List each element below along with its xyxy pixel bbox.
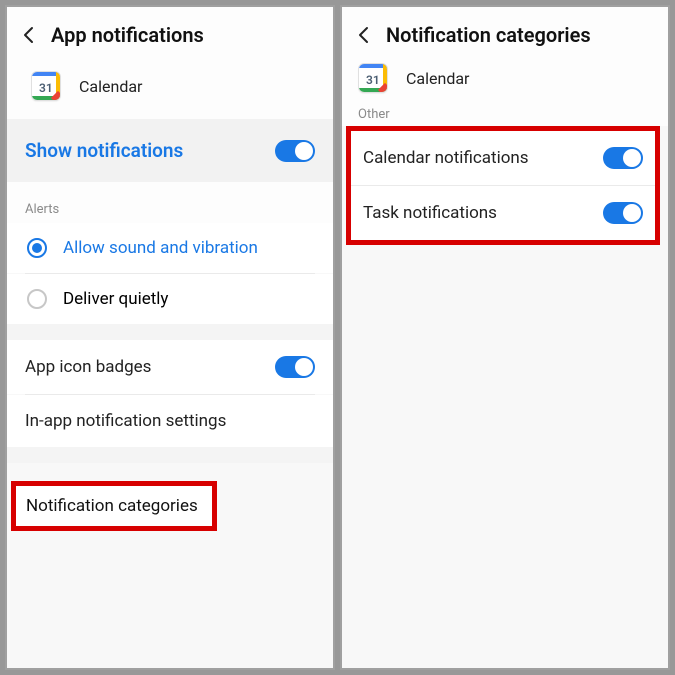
app-name-label: Calendar: [406, 69, 469, 88]
show-notifications-toggle[interactable]: [275, 140, 315, 162]
app-icon-badges-label: App icon badges: [25, 357, 151, 377]
page-title: Notification categories: [386, 23, 591, 47]
task-notifications-toggle[interactable]: [603, 202, 643, 224]
calendar-notifications-toggle[interactable]: [603, 147, 643, 169]
deliver-quietly-option[interactable]: Deliver quietly: [7, 274, 333, 324]
notification-categories-link[interactable]: Notification categories: [11, 481, 217, 531]
app-icon-badges-row[interactable]: App icon badges: [7, 340, 333, 394]
back-icon[interactable]: [21, 26, 37, 44]
inapp-settings-label: In-app notification settings: [25, 411, 226, 431]
calendar-app-icon: [358, 63, 388, 93]
deliver-quietly-label: Deliver quietly: [63, 289, 168, 309]
app-icon-badges-toggle[interactable]: [275, 356, 315, 378]
app-info-row[interactable]: Calendar: [7, 57, 333, 119]
calendar-notifications-label: Calendar notifications: [363, 148, 529, 168]
task-notifications-label: Task notifications: [363, 203, 497, 223]
allow-sound-label: Allow sound and vibration: [63, 238, 258, 258]
other-section-label: Other: [342, 101, 668, 126]
radio-unselected-icon: [27, 289, 47, 309]
show-notifications-label: Show notifications: [25, 139, 183, 162]
screen-notification-categories: Notification categories Calendar Other C…: [340, 5, 670, 670]
screen-app-notifications: App notifications Calendar Show notifica…: [5, 5, 335, 670]
task-notifications-row[interactable]: Task notifications: [351, 186, 655, 240]
back-icon[interactable]: [356, 26, 372, 44]
calendar-notifications-row[interactable]: Calendar notifications: [351, 131, 655, 185]
radio-selected-icon: [27, 238, 47, 258]
notification-categories-label: Notification categories: [26, 496, 198, 516]
highlighted-categories: Calendar notifications Task notification…: [346, 126, 660, 245]
app-info-row[interactable]: Calendar: [342, 57, 668, 101]
alerts-section-label: Alerts: [7, 182, 333, 223]
page-title: App notifications: [51, 23, 204, 47]
header: App notifications: [7, 7, 333, 57]
show-notifications-row[interactable]: Show notifications: [7, 119, 333, 182]
app-name-label: Calendar: [79, 77, 142, 96]
header: Notification categories: [342, 7, 668, 57]
inapp-settings-row[interactable]: In-app notification settings: [7, 395, 333, 447]
allow-sound-option[interactable]: Allow sound and vibration: [7, 223, 333, 273]
calendar-app-icon: [31, 71, 61, 101]
